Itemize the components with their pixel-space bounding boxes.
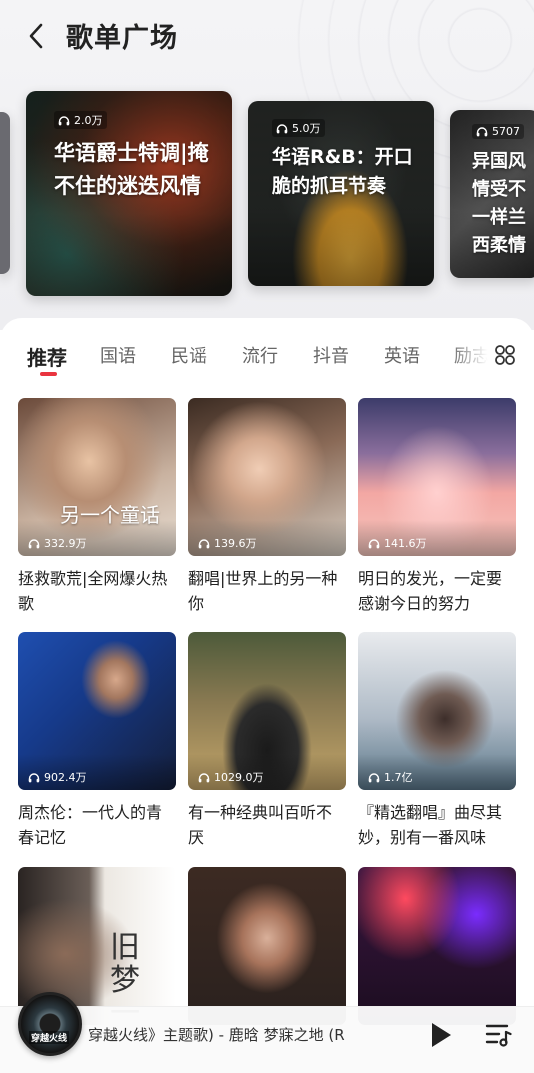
play-count: 141.6万 <box>384 537 427 550</box>
playlist-item[interactable] <box>188 867 346 1025</box>
tab-mandarin[interactable]: 国语 <box>100 342 136 368</box>
playlist-title: 『精选翻唱』曲尽其妙，别有一番风味 <box>358 803 503 847</box>
play-count: 332.9万 <box>44 537 87 550</box>
play-count-badge: 2.0万 <box>54 111 107 129</box>
play-count: 139.6万 <box>214 537 257 550</box>
back-button[interactable] <box>18 18 54 54</box>
playlist-cover: 1029.0万 <box>188 632 346 790</box>
headphones-icon <box>28 772 40 782</box>
playlist-cover: 902.4万 <box>18 632 176 790</box>
play-count: 1029.0万 <box>214 771 264 784</box>
playlist-title: 有一种经典叫百听不厌 <box>188 803 333 847</box>
playlist-item[interactable] <box>358 867 516 1025</box>
play-count-badge: 5.0万 <box>272 119 325 137</box>
playlist-item[interactable]: 141.6万 明日的发光，一定要感谢今日的努力 <box>358 398 516 616</box>
carousel-card[interactable]: 2.0万 华语爵士特调|掩不住的迷迭风情 <box>26 91 232 296</box>
carousel-card[interactable]: 5.0万 华语R&B：开口脆的抓耳节奏 <box>248 101 434 286</box>
headphones-icon <box>476 127 488 137</box>
playlist-icon <box>485 1024 512 1047</box>
headphones-icon <box>368 538 380 548</box>
page-title: 歌单广场 <box>66 23 178 54</box>
tab-pop[interactable]: 流行 <box>242 342 278 368</box>
carousel-card-prev[interactable] <box>0 112 10 274</box>
headphones-icon <box>368 772 380 782</box>
carousel-card-title: 异国风情受不一样兰西柔情 <box>472 151 526 256</box>
play-count-badge: 332.9万 <box>28 535 87 551</box>
playlist-cover <box>358 867 516 1025</box>
play-count-badge: 5707 <box>472 124 524 139</box>
now-playing-disc[interactable]: 穿越火线 <box>18 992 82 1056</box>
playlist-item[interactable]: 1.7亿 『精选翻唱』曲尽其妙，别有一番风味 <box>358 632 516 850</box>
play-count-badge: 139.6万 <box>198 535 257 551</box>
headphones-icon <box>198 538 210 548</box>
play-count: 2.0万 <box>74 114 103 127</box>
playlist-cover: 141.6万 <box>358 398 516 556</box>
play-count-badge: 1029.0万 <box>198 769 264 785</box>
playlist-item[interactable]: 另一个童话 332.9万 拯救歌荒|全网爆火热歌 <box>18 398 176 616</box>
headphones-icon <box>198 772 210 782</box>
play-count: 5.0万 <box>292 122 321 135</box>
tab-english[interactable]: 英语 <box>384 342 420 368</box>
play-count: 1.7亿 <box>384 771 413 784</box>
headphones-icon <box>28 538 40 548</box>
playlist-title: 拯救歌荒|全网爆火热歌 <box>18 569 168 613</box>
playlist-item[interactable]: 139.6万 翻唱|世界上的另一种你 <box>188 398 346 616</box>
disc-label: 穿越火线 <box>29 1031 70 1044</box>
playlist-queue-button[interactable] <box>482 1018 516 1052</box>
tab-folk[interactable]: 民谣 <box>171 342 207 368</box>
now-playing-track[interactable]: 穿越火线》主题歌) - 鹿晗 梦寐之地 (R <box>88 1024 376 1046</box>
play-count: 902.4万 <box>44 771 87 784</box>
play-count-badge: 1.7亿 <box>368 769 413 785</box>
grid-icon <box>495 345 515 365</box>
carousel-card[interactable]: 5707 异国风情受不一样兰西柔情 <box>450 110 534 278</box>
playlist-cover <box>188 867 346 1025</box>
carousel-card-title: 华语R&B：开口脆的抓耳节奏 <box>272 146 413 198</box>
headphones-icon <box>58 115 70 125</box>
playlist-item[interactable]: 902.4万 周杰伦：一代人的青春记忆 <box>18 632 176 850</box>
play-count: 5707 <box>492 125 520 138</box>
tabs-fade <box>450 336 494 374</box>
playlist-title: 周杰伦：一代人的青春记忆 <box>18 803 163 847</box>
playlist-cover: 1.7亿 <box>358 632 516 790</box>
play-button[interactable] <box>424 1018 458 1052</box>
playlist-item[interactable]: 1029.0万 有一种经典叫百听不厌 <box>188 632 346 850</box>
chevron-left-icon <box>29 23 43 49</box>
playlist-title: 明日的发光，一定要感谢今日的努力 <box>358 569 503 613</box>
playlist-cover: 另一个童话 332.9万 <box>18 398 176 556</box>
category-grid-button[interactable] <box>490 340 520 370</box>
play-count-badge: 902.4万 <box>28 769 87 785</box>
carousel-card-title: 华语爵士特调|掩不住的迷迭风情 <box>54 141 209 198</box>
tab-douyin[interactable]: 抖音 <box>313 342 349 368</box>
play-icon <box>432 1023 451 1047</box>
playlist-title: 翻唱|世界上的另一种你 <box>188 569 338 613</box>
playlist-cover: 139.6万 <box>188 398 346 556</box>
play-count-badge: 141.6万 <box>368 535 427 551</box>
headphones-icon <box>276 123 288 133</box>
tab-recommend[interactable]: 推荐 <box>27 342 67 371</box>
active-tab-indicator <box>40 372 57 376</box>
